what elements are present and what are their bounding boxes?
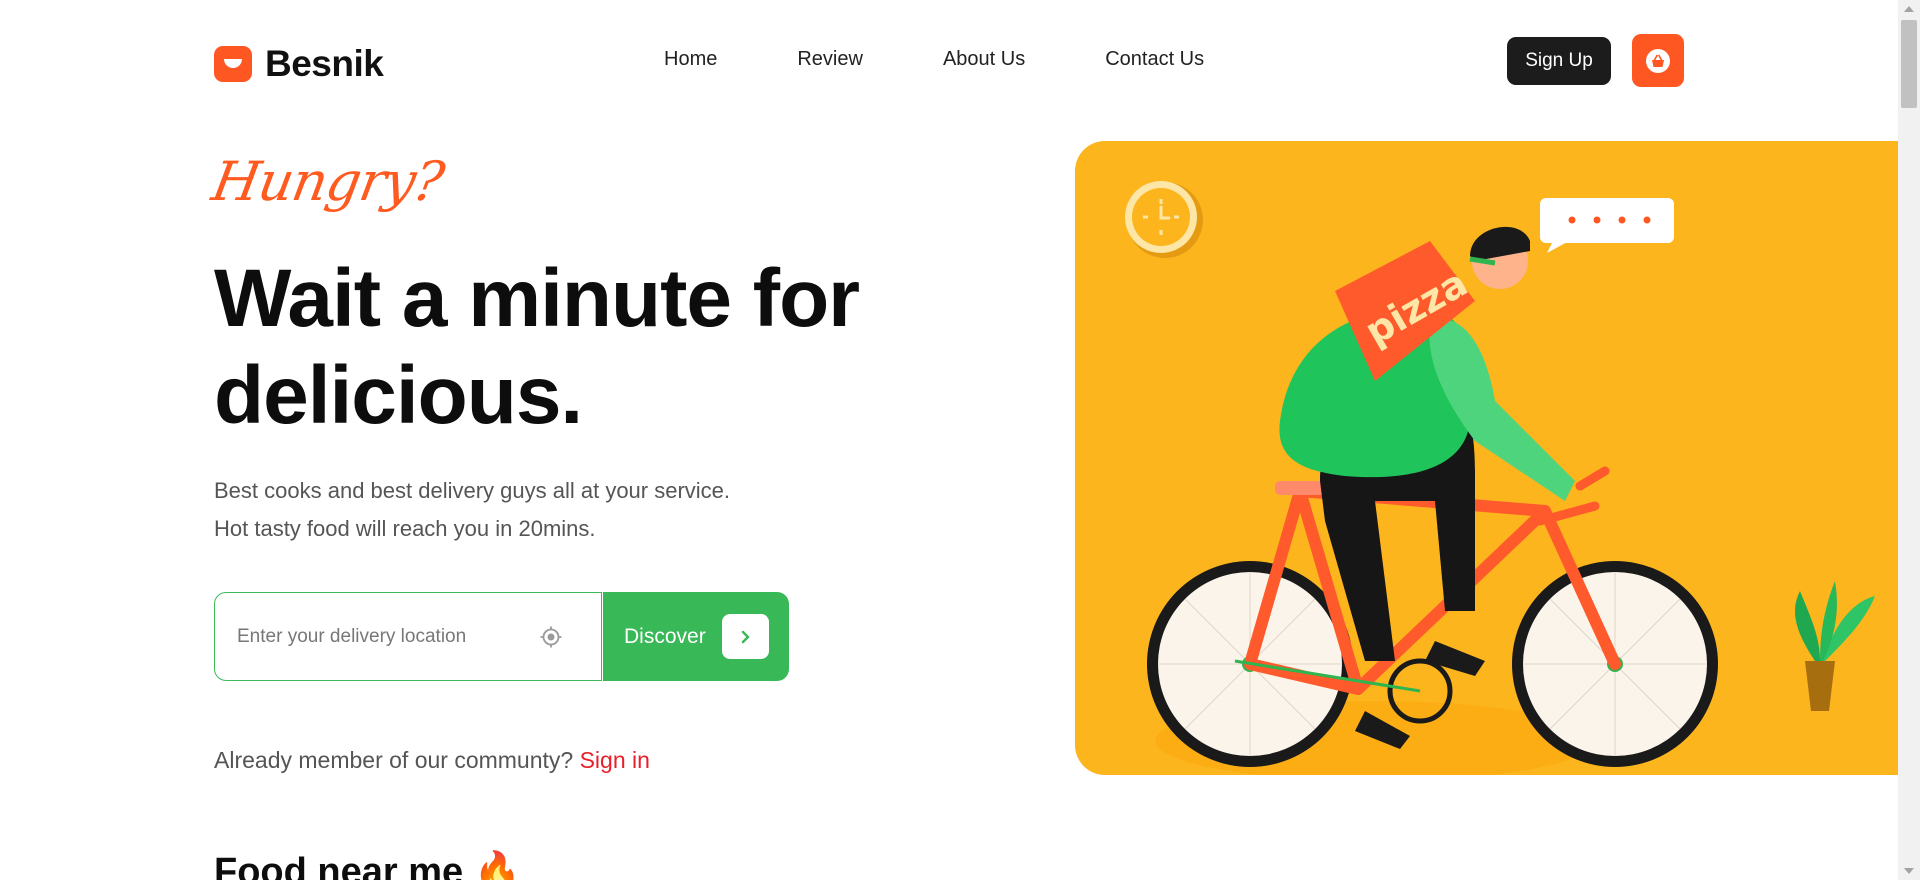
clock-icon bbox=[1125, 181, 1203, 258]
member-prompt: Already member of our communty? Sign in bbox=[214, 747, 650, 774]
location-input[interactable] bbox=[235, 621, 539, 653]
nav-contact-us[interactable]: Contact Us bbox=[1105, 48, 1204, 71]
basket-icon bbox=[1646, 48, 1670, 73]
delivery-bike-illustration: pizza bbox=[1125, 181, 1875, 775]
chevron-right-icon bbox=[741, 630, 750, 643]
main-nav: Home Review About Us Contact Us bbox=[664, 48, 1204, 71]
arrow-box bbox=[721, 614, 769, 659]
brand-name: Besnik bbox=[265, 43, 384, 84]
crosshair-icon[interactable] bbox=[539, 625, 563, 649]
member-prompt-text: Already member of our communty? bbox=[214, 747, 574, 773]
food-near-me-heading: Food near me 🔥 bbox=[214, 851, 522, 880]
page-scrollbar[interactable] bbox=[1898, 0, 1920, 880]
discover-button[interactable]: Discover bbox=[603, 592, 789, 681]
hero-illustration: pizza bbox=[1075, 141, 1898, 775]
plant-icon bbox=[1795, 581, 1875, 711]
brand-logo[interactable]: Besnik bbox=[214, 43, 384, 85]
hero-headline: Wait a minute for delicious. bbox=[214, 250, 934, 444]
speech-bubble-icon bbox=[1540, 198, 1674, 253]
subtext-line-2: Hot tasty food will reach you in 20mins. bbox=[214, 516, 596, 541]
nav-review[interactable]: Review bbox=[797, 48, 863, 71]
subtext-line-1: Best cooks and best delivery guys all at… bbox=[214, 478, 731, 503]
hero-subtext: Best cooks and best delivery guys all at… bbox=[214, 472, 730, 548]
scroll-thumb[interactable] bbox=[1901, 20, 1917, 108]
location-field-box bbox=[214, 592, 602, 681]
cart-button[interactable] bbox=[1632, 34, 1684, 87]
hero-tagline: Hungry? bbox=[207, 150, 449, 213]
nav-about-us[interactable]: About Us bbox=[943, 48, 1025, 71]
scroll-down-arrow-icon[interactable] bbox=[1904, 868, 1914, 874]
nav-home[interactable]: Home bbox=[664, 48, 717, 71]
page: Besnik Home Review About Us Contact Us S… bbox=[0, 0, 1898, 880]
headline-line-2: delicious. bbox=[214, 350, 583, 441]
sign-up-button[interactable]: Sign Up bbox=[1507, 37, 1611, 85]
scroll-up-arrow-icon[interactable] bbox=[1904, 6, 1914, 12]
location-search: Discover bbox=[214, 592, 789, 681]
sign-in-link[interactable]: Sign in bbox=[580, 747, 650, 773]
headline-line-1: Wait a minute for bbox=[214, 253, 860, 344]
bowl-icon bbox=[214, 46, 252, 82]
discover-label: Discover bbox=[624, 624, 706, 648]
